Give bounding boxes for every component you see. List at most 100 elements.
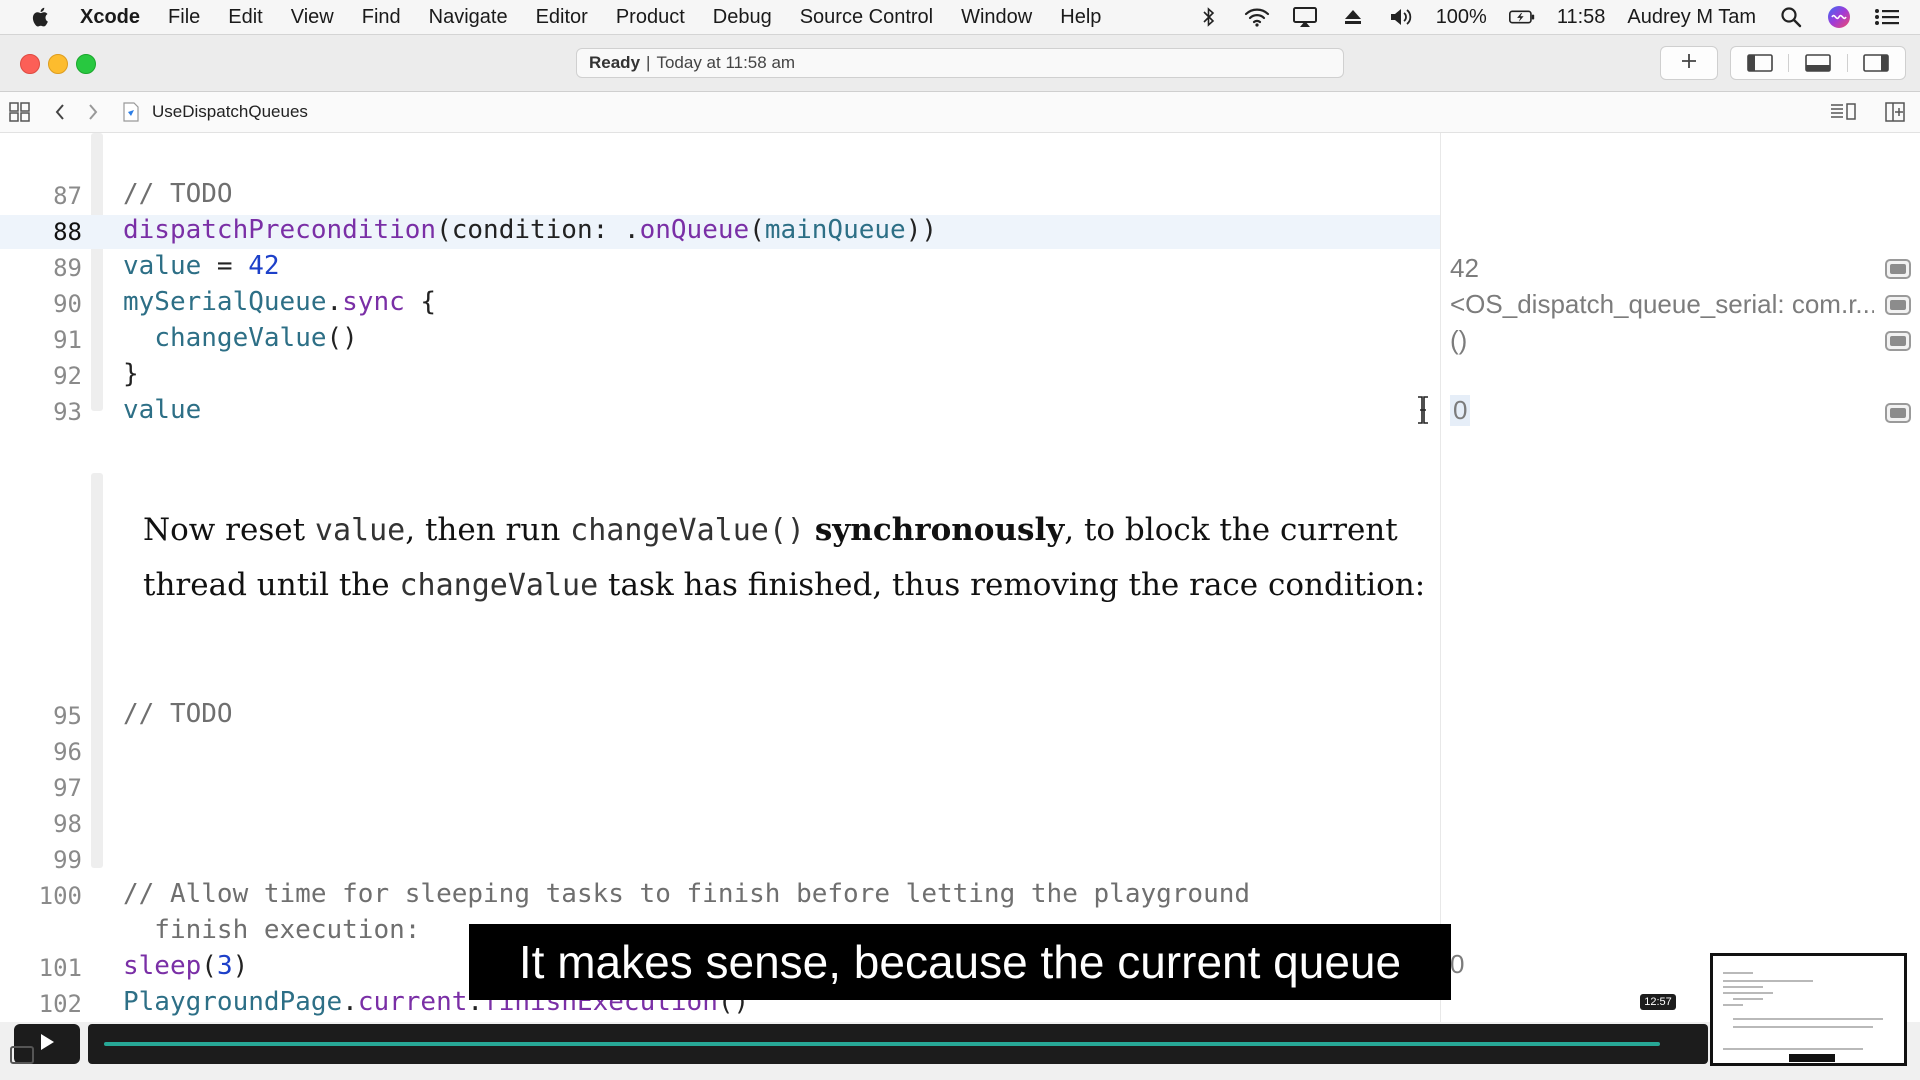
- video-preview-thumbnail: [1710, 953, 1907, 1066]
- line-number: 95: [53, 702, 82, 730]
- status-text: Today at 11:58 am: [656, 53, 796, 72]
- wifi-icon[interactable]: [1244, 6, 1270, 28]
- volume-icon[interactable]: [1388, 6, 1414, 28]
- result-line-91: (): [1450, 325, 1468, 355]
- menu-debug[interactable]: Debug: [713, 6, 772, 29]
- clock[interactable]: 11:58: [1557, 6, 1606, 29]
- prose-bold: synchronously: [814, 512, 1065, 548]
- related-items-icon[interactable]: [0, 92, 40, 132]
- menu-file[interactable]: File: [168, 6, 200, 29]
- line-number: 92: [53, 362, 82, 390]
- spotlight-search-icon[interactable]: [1778, 6, 1804, 28]
- code-line: }: [123, 359, 139, 389]
- minimize-window-button[interactable]: [48, 54, 68, 74]
- line-number: 91: [53, 326, 82, 354]
- siri-icon[interactable]: [1826, 6, 1852, 28]
- line-number: 93: [53, 398, 82, 426]
- menu-bar: Xcode File Edit View Find Navigate Edito…: [0, 0, 1920, 35]
- window-toolbar: Ready | Today at 11:58 am: [0, 35, 1920, 92]
- progress-fill: [104, 1042, 1661, 1046]
- add-editor-icon[interactable]: [1878, 92, 1912, 132]
- quick-look-icon[interactable]: [1885, 295, 1911, 315]
- menu-window[interactable]: Window: [961, 6, 1032, 29]
- prose-text: task has finished, thus removing the rac…: [598, 567, 1426, 603]
- breadcrumb-filename[interactable]: UseDispatchQueues: [152, 102, 308, 122]
- menu-source-control[interactable]: Source Control: [800, 6, 933, 29]
- play-icon: [38, 1032, 56, 1057]
- markup-block-marker: [91, 473, 103, 868]
- battery-icon[interactable]: [1508, 6, 1535, 28]
- forward-chevron-icon[interactable]: [80, 92, 106, 132]
- debug-area-toggle-icon[interactable]: [1788, 54, 1848, 72]
- video-controls: [0, 1022, 1920, 1080]
- quick-look-icon[interactable]: [1885, 331, 1911, 351]
- result-line-89: 42: [1450, 253, 1479, 283]
- quick-look-icon[interactable]: [1885, 259, 1911, 279]
- panel-toggles: [1730, 46, 1906, 80]
- menu-edit[interactable]: Edit: [228, 6, 262, 29]
- navigator-toggle-icon[interactable]: [1731, 54, 1788, 72]
- prose-code: changeValue: [399, 568, 599, 603]
- bluetooth-icon[interactable]: [1196, 6, 1222, 28]
- prose-code: changeValue(): [570, 513, 805, 548]
- line-number: 90: [53, 290, 82, 318]
- user-name[interactable]: Audrey M Tam: [1627, 6, 1756, 29]
- plus-icon: [1680, 52, 1698, 75]
- line-number: 87: [53, 182, 82, 210]
- code-block-marker: [91, 133, 103, 411]
- airplay-icon[interactable]: [1292, 6, 1318, 28]
- menu-app-xcode[interactable]: Xcode: [80, 6, 140, 29]
- menu-editor[interactable]: Editor: [536, 6, 588, 29]
- line-number: 89: [53, 254, 82, 282]
- menu-navigate[interactable]: Navigate: [429, 6, 508, 29]
- prose-code: value: [314, 513, 406, 548]
- activity-status: Ready | Today at 11:58 am: [576, 48, 1344, 78]
- video-caption: It makes sense, because the current queu…: [469, 924, 1451, 1000]
- notification-center-icon[interactable]: [1874, 6, 1900, 28]
- code-line: value: [123, 395, 202, 425]
- status-ready: Ready: [589, 53, 641, 72]
- add-library-button[interactable]: [1660, 46, 1718, 80]
- result-line-93: 0: [1450, 395, 1471, 426]
- code-line: // TODO: [123, 179, 233, 209]
- code-line: sleep(3): [123, 951, 249, 981]
- zoom-window-button[interactable]: [76, 54, 96, 74]
- line-number: 100: [38, 882, 82, 910]
- picture-in-picture-icon[interactable]: [10, 1046, 34, 1064]
- eject-icon[interactable]: [1340, 6, 1366, 28]
- menu-help[interactable]: Help: [1060, 6, 1101, 29]
- line-number: 99: [53, 846, 82, 874]
- menu-find[interactable]: Find: [362, 6, 401, 29]
- code-line-wrapped: finish execution:: [123, 915, 421, 945]
- prose-text: Now reset: [143, 512, 315, 548]
- prose-text: , then run: [405, 512, 571, 548]
- line-number: 96: [53, 738, 82, 766]
- code-line: // Allow time for sleeping tasks to fini…: [123, 879, 1251, 909]
- back-chevron-icon[interactable]: [40, 92, 80, 132]
- menu-view[interactable]: View: [291, 6, 334, 29]
- status-separator: |: [646, 53, 651, 72]
- source-editor[interactable]: 87 // TODO 88 dispatchPrecondition(condi…: [0, 133, 1441, 1023]
- line-number: 98: [53, 810, 82, 838]
- markup-prose: Now reset value, then run changeValue() …: [143, 503, 1433, 613]
- playground-file-icon: [116, 92, 146, 132]
- jump-bar: UseDispatchQueues: [0, 92, 1920, 133]
- result-line-90: <OS_dispatch_queue_serial: com.r...: [1450, 289, 1874, 319]
- code-line: mySerialQueue.sync {: [123, 287, 437, 317]
- rendered-markup-toggle-icon[interactable]: [1826, 92, 1860, 132]
- battery-percent: 100%: [1435, 5, 1487, 28]
- line-number: 97: [53, 774, 82, 802]
- results-sidebar: 42 <OS_dispatch_queue_serial: com.r... (…: [1441, 133, 1920, 1023]
- quick-look-icon[interactable]: [1885, 403, 1911, 423]
- line-number: 102: [38, 990, 82, 1018]
- menu-product[interactable]: Product: [616, 6, 685, 29]
- apple-icon[interactable]: [30, 6, 52, 28]
- code-line: // TODO: [123, 699, 233, 729]
- line-number-current: 88: [53, 218, 82, 246]
- code-line-current: dispatchPrecondition(condition: .onQueue…: [123, 215, 938, 245]
- inspector-toggle-icon[interactable]: [1848, 54, 1905, 72]
- progress-track[interactable]: [88, 1024, 1708, 1064]
- code-line: changeValue(): [154, 323, 358, 353]
- close-window-button[interactable]: [20, 54, 40, 74]
- scrub-time-label: 12:57: [1640, 994, 1676, 1010]
